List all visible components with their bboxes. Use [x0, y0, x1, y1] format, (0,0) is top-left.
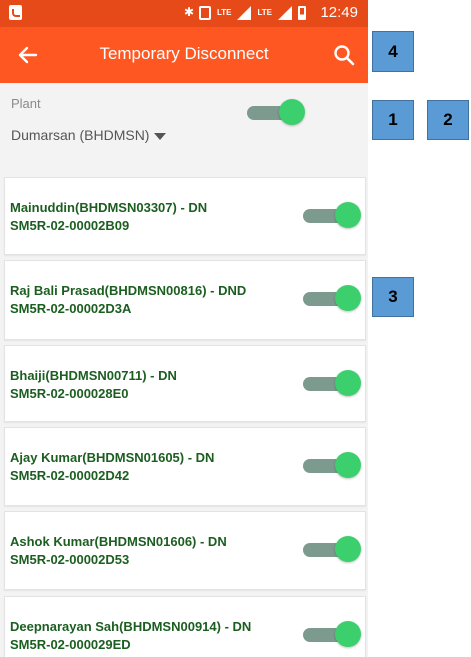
plant-toggle[interactable]	[247, 99, 305, 127]
phone-screen: LTE LTE 12:49 Temporary Disconnect Plant…	[0, 0, 368, 657]
signal-icon-2	[278, 6, 292, 20]
lte-label: LTE	[216, 8, 232, 17]
signal-icon	[237, 6, 252, 20]
callout-badge-3: 3	[372, 277, 414, 317]
toggle-thumb	[335, 452, 361, 478]
meter-id: SM5R-02-00002D42	[10, 468, 130, 483]
list-item[interactable]: Mainuddin(BHDMSN03307) - DN SM5R-02-0000…	[4, 177, 366, 255]
search-button[interactable]	[330, 41, 358, 69]
meter-id: SM5R-02-00002B09	[10, 218, 130, 233]
list-item[interactable]: Raj Bali Prasad(BHDMSN00816) - DND SM5R-…	[4, 260, 366, 340]
consumer-name: Mainuddin(BHDMSN03307) - DN	[10, 200, 208, 215]
phone-app-icon	[9, 5, 22, 20]
callout-badge-4: 4	[372, 31, 414, 72]
search-icon	[334, 45, 355, 66]
toggle-thumb	[335, 370, 361, 396]
status-bar: LTE LTE 12:49	[0, 0, 368, 27]
toggle-thumb	[335, 536, 361, 562]
consumer-toggle[interactable]	[303, 285, 361, 313]
consumer-name: Ashok Kumar(BHDMSN01606) - DN	[10, 534, 227, 549]
bluetooth-icon	[184, 5, 194, 20]
meter-id: SM5R-02-000028E0	[10, 386, 129, 401]
callout-badge-2: 2	[427, 100, 469, 140]
toggle-thumb	[335, 202, 361, 228]
lte-label-2: LTE	[257, 8, 272, 17]
status-clock: 12:49	[320, 4, 358, 21]
arrow-back-icon	[18, 46, 38, 64]
list-item[interactable]: Ashok Kumar(BHDMSN01606) - DN SM5R-02-00…	[4, 511, 366, 590]
consumer-toggle[interactable]	[303, 452, 361, 480]
meter-id: SM5R-02-000029ED	[10, 637, 131, 652]
list-item[interactable]: Bhaiji(BHDMSN00711) - DN SM5R-02-000028E…	[4, 345, 366, 422]
battery-icon	[298, 6, 306, 20]
consumer-toggle[interactable]	[303, 536, 361, 564]
toggle-thumb	[279, 99, 305, 125]
toggle-thumb	[335, 621, 361, 647]
consumer-toggle[interactable]	[303, 621, 361, 649]
app-bar: Temporary Disconnect	[0, 27, 368, 83]
meter-id: SM5R-02-00002D53	[10, 552, 130, 567]
consumer-name: Ajay Kumar(BHDMSN01605) - DN	[10, 450, 215, 465]
vibrate-icon	[198, 6, 211, 20]
list-item[interactable]: Deepnarayan Sah(BHDMSN00914) - DN SM5R-0…	[4, 596, 366, 657]
list-item[interactable]: Ajay Kumar(BHDMSN01605) - DN SM5R-02-000…	[4, 427, 366, 506]
status-icons: LTE LTE	[184, 5, 306, 21]
consumer-name: Raj Bali Prasad(BHDMSN00816) - DND	[10, 283, 247, 298]
callout-badge-1: 1	[372, 100, 414, 140]
toggle-thumb	[335, 285, 361, 311]
meter-id: SM5R-02-00002D3A	[10, 301, 132, 316]
consumer-toggle[interactable]	[303, 202, 361, 230]
plant-dropdown[interactable]: Dumarsan (BHDMSN)	[11, 127, 167, 143]
consumer-toggle[interactable]	[303, 370, 361, 398]
consumer-name: Bhaiji(BHDMSN00711) - DN	[10, 368, 177, 383]
chevron-down-icon	[154, 132, 167, 140]
consumer-name: Deepnarayan Sah(BHDMSN00914) - DN	[10, 619, 252, 634]
plant-selected-value: Dumarsan (BHDMSN)	[11, 127, 150, 143]
page-title: Temporary Disconnect	[99, 44, 269, 63]
back-button[interactable]	[14, 41, 42, 69]
plant-panel: Plant Dumarsan (BHDMSN)	[0, 83, 368, 159]
plant-label: Plant	[11, 96, 41, 111]
